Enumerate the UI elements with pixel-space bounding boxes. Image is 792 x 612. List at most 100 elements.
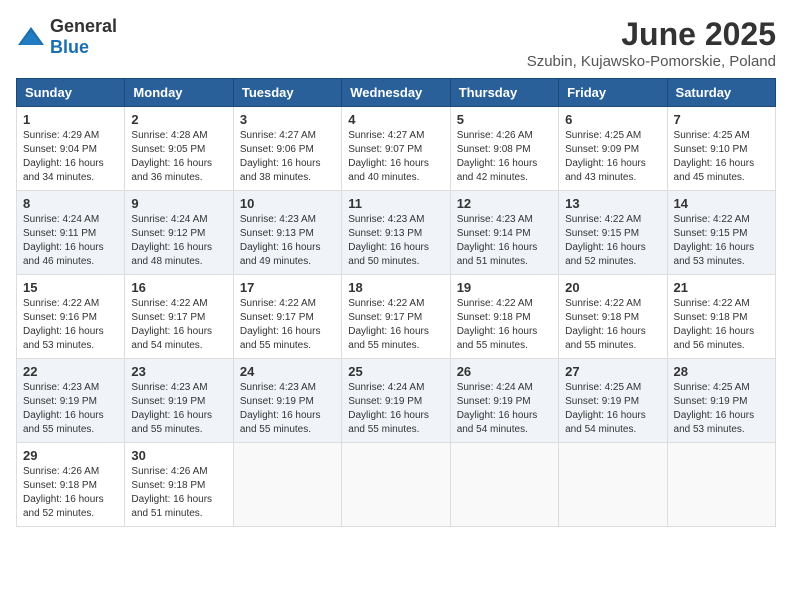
day-number: 18 xyxy=(348,280,443,295)
weekday-header-saturday: Saturday xyxy=(667,79,775,107)
day-info: Sunrise: 4:22 AMSunset: 9:17 PMDaylight:… xyxy=(348,297,443,353)
day-info: Sunrise: 4:26 AMSunset: 9:18 PMDaylight:… xyxy=(131,465,226,521)
day-info: Sunrise: 4:27 AMSunset: 9:06 PMDaylight:… xyxy=(240,129,335,185)
day-info: Sunrise: 4:26 AMSunset: 9:08 PMDaylight:… xyxy=(457,129,552,185)
title-area: June 2025 Szubin, Kujawsko-Pomorskie, Po… xyxy=(527,16,776,70)
day-number: 10 xyxy=(240,196,335,211)
calendar-cell xyxy=(559,443,667,527)
calendar-row: 22 Sunrise: 4:23 AMSunset: 9:19 PMDayligh… xyxy=(17,359,776,443)
weekday-header-monday: Monday xyxy=(125,79,233,107)
day-info: Sunrise: 4:22 AMSunset: 9:17 PMDaylight:… xyxy=(131,297,226,353)
day-number: 17 xyxy=(240,280,335,295)
calendar-row: 29Sunrise: 4:26 AMSunset: 9:18 PMDayligh… xyxy=(17,443,776,527)
day-number: 1 xyxy=(23,112,118,127)
calendar-cell: 18 Sunrise: 4:22 AMSunset: 9:17 PMDayligh… xyxy=(342,275,450,359)
calendar-cell: 26 Sunrise: 4:24 AMSunset: 9:19 PMDayligh… xyxy=(450,359,558,443)
day-info: Sunrise: 4:22 AMSunset: 9:18 PMDaylight:… xyxy=(457,297,552,353)
calendar-cell: 20 Sunrise: 4:22 AMSunset: 9:18 PMDayligh… xyxy=(559,275,667,359)
calendar-cell: 7 Sunrise: 4:25 AMSunset: 9:10 PMDaylight… xyxy=(667,107,775,191)
logo-blue-text: Blue xyxy=(50,37,89,57)
calendar-row: 8 Sunrise: 4:24 AMSunset: 9:11 PMDaylight… xyxy=(17,191,776,275)
day-info: Sunrise: 4:22 AMSunset: 9:15 PMDaylight:… xyxy=(674,213,769,269)
logo: General Blue xyxy=(16,16,117,58)
day-info: Sunrise: 4:25 AMSunset: 9:09 PMDaylight:… xyxy=(565,129,660,185)
calendar-cell: 1 Sunrise: 4:29 AMSunset: 9:04 PMDaylight… xyxy=(17,107,125,191)
calendar-cell: 9Sunrise: 4:24 AMSunset: 9:12 PMDaylight… xyxy=(125,191,233,275)
calendar-cell: 13 Sunrise: 4:22 AMSunset: 9:15 PMDayligh… xyxy=(559,191,667,275)
day-info: Sunrise: 4:28 AMSunset: 9:05 PMDaylight:… xyxy=(131,129,226,185)
calendar-header-row: SundayMondayTuesdayWednesdayThursdayFrid… xyxy=(17,79,776,107)
calendar-cell xyxy=(450,443,558,527)
logo-icon xyxy=(16,25,46,49)
day-number: 11 xyxy=(348,196,443,211)
day-info: Sunrise: 4:25 AMSunset: 9:19 PMDaylight:… xyxy=(674,381,769,437)
day-info: Sunrise: 4:23 AMSunset: 9:19 PMDaylight:… xyxy=(240,381,335,437)
calendar-cell: 8 Sunrise: 4:24 AMSunset: 9:11 PMDaylight… xyxy=(17,191,125,275)
page-header: General Blue June 2025 Szubin, Kujawsko-… xyxy=(16,16,776,70)
day-number: 7 xyxy=(674,112,769,127)
calendar-cell: 28Sunrise: 4:25 AMSunset: 9:19 PMDayligh… xyxy=(667,359,775,443)
day-number: 12 xyxy=(457,196,552,211)
calendar-row: 15 Sunrise: 4:22 AMSunset: 9:16 PMDayligh… xyxy=(17,275,776,359)
day-number: 15 xyxy=(23,280,118,295)
day-number: 19 xyxy=(457,280,552,295)
day-info: Sunrise: 4:23 AMSunset: 9:13 PMDaylight:… xyxy=(348,213,443,269)
day-info: Sunrise: 4:22 AMSunset: 9:15 PMDaylight:… xyxy=(565,213,660,269)
day-number: 16 xyxy=(131,280,226,295)
calendar-cell: 15 Sunrise: 4:22 AMSunset: 9:16 PMDayligh… xyxy=(17,275,125,359)
day-info: Sunrise: 4:23 AMSunset: 9:13 PMDaylight:… xyxy=(240,213,335,269)
day-number: 23 xyxy=(131,364,226,379)
day-info: Sunrise: 4:24 AMSunset: 9:12 PMDaylight:… xyxy=(131,213,226,269)
calendar-cell: 11 Sunrise: 4:23 AMSunset: 9:13 PMDayligh… xyxy=(342,191,450,275)
logo-general-text: General xyxy=(50,16,117,36)
calendar-cell xyxy=(233,443,341,527)
day-number: 22 xyxy=(23,364,118,379)
day-info: Sunrise: 4:23 AMSunset: 9:19 PMDaylight:… xyxy=(131,381,226,437)
day-info: Sunrise: 4:23 AMSunset: 9:14 PMDaylight:… xyxy=(457,213,552,269)
month-title: June 2025 xyxy=(527,16,776,53)
day-number: 6 xyxy=(565,112,660,127)
calendar-cell: 4 Sunrise: 4:27 AMSunset: 9:07 PMDaylight… xyxy=(342,107,450,191)
calendar-cell: 24 Sunrise: 4:23 AMSunset: 9:19 PMDayligh… xyxy=(233,359,341,443)
day-info: Sunrise: 4:29 AMSunset: 9:04 PMDaylight:… xyxy=(23,129,118,185)
calendar-cell: 23 Sunrise: 4:23 AMSunset: 9:19 PMDayligh… xyxy=(125,359,233,443)
day-info: Sunrise: 4:22 AMSunset: 9:17 PMDaylight:… xyxy=(240,297,335,353)
calendar-cell: 29Sunrise: 4:26 AMSunset: 9:18 PMDayligh… xyxy=(17,443,125,527)
calendar-cell: 16 Sunrise: 4:22 AMSunset: 9:17 PMDayligh… xyxy=(125,275,233,359)
day-info: Sunrise: 4:23 AMSunset: 9:19 PMDaylight:… xyxy=(23,381,118,437)
day-info: Sunrise: 4:25 AMSunset: 9:19 PMDaylight:… xyxy=(565,381,660,437)
day-number: 2 xyxy=(131,112,226,127)
day-number: 13 xyxy=(565,196,660,211)
weekday-header-friday: Friday xyxy=(559,79,667,107)
calendar-cell: 10 Sunrise: 4:23 AMSunset: 9:13 PMDayligh… xyxy=(233,191,341,275)
calendar-cell: 25Sunrise: 4:24 AMSunset: 9:19 PMDayligh… xyxy=(342,359,450,443)
weekday-header-wednesday: Wednesday xyxy=(342,79,450,107)
day-info: Sunrise: 4:22 AMSunset: 9:16 PMDaylight:… xyxy=(23,297,118,353)
weekday-header-thursday: Thursday xyxy=(450,79,558,107)
calendar-cell: 27 Sunrise: 4:25 AMSunset: 9:19 PMDayligh… xyxy=(559,359,667,443)
day-number: 14 xyxy=(674,196,769,211)
day-info: Sunrise: 4:27 AMSunset: 9:07 PMDaylight:… xyxy=(348,129,443,185)
calendar-cell: 14 Sunrise: 4:22 AMSunset: 9:15 PMDayligh… xyxy=(667,191,775,275)
day-number: 27 xyxy=(565,364,660,379)
calendar-cell: 17 Sunrise: 4:22 AMSunset: 9:17 PMDayligh… xyxy=(233,275,341,359)
calendar-row: 1 Sunrise: 4:29 AMSunset: 9:04 PMDaylight… xyxy=(17,107,776,191)
weekday-header-sunday: Sunday xyxy=(17,79,125,107)
day-number: 26 xyxy=(457,364,552,379)
day-number: 8 xyxy=(23,196,118,211)
calendar-cell: 2 Sunrise: 4:28 AMSunset: 9:05 PMDaylight… xyxy=(125,107,233,191)
day-number: 25 xyxy=(348,364,443,379)
day-number: 4 xyxy=(348,112,443,127)
day-number: 20 xyxy=(565,280,660,295)
day-info: Sunrise: 4:22 AMSunset: 9:18 PMDaylight:… xyxy=(674,297,769,353)
day-info: Sunrise: 4:24 AMSunset: 9:11 PMDaylight:… xyxy=(23,213,118,269)
calendar-cell xyxy=(342,443,450,527)
calendar-cell: 21Sunrise: 4:22 AMSunset: 9:18 PMDayligh… xyxy=(667,275,775,359)
day-info: Sunrise: 4:24 AMSunset: 9:19 PMDaylight:… xyxy=(457,381,552,437)
day-number: 24 xyxy=(240,364,335,379)
day-info: Sunrise: 4:25 AMSunset: 9:10 PMDaylight:… xyxy=(674,129,769,185)
location-title: Szubin, Kujawsko-Pomorskie, Poland xyxy=(527,53,776,70)
day-info: Sunrise: 4:22 AMSunset: 9:18 PMDaylight:… xyxy=(565,297,660,353)
calendar-cell: 30Sunrise: 4:26 AMSunset: 9:18 PMDayligh… xyxy=(125,443,233,527)
weekday-header-tuesday: Tuesday xyxy=(233,79,341,107)
